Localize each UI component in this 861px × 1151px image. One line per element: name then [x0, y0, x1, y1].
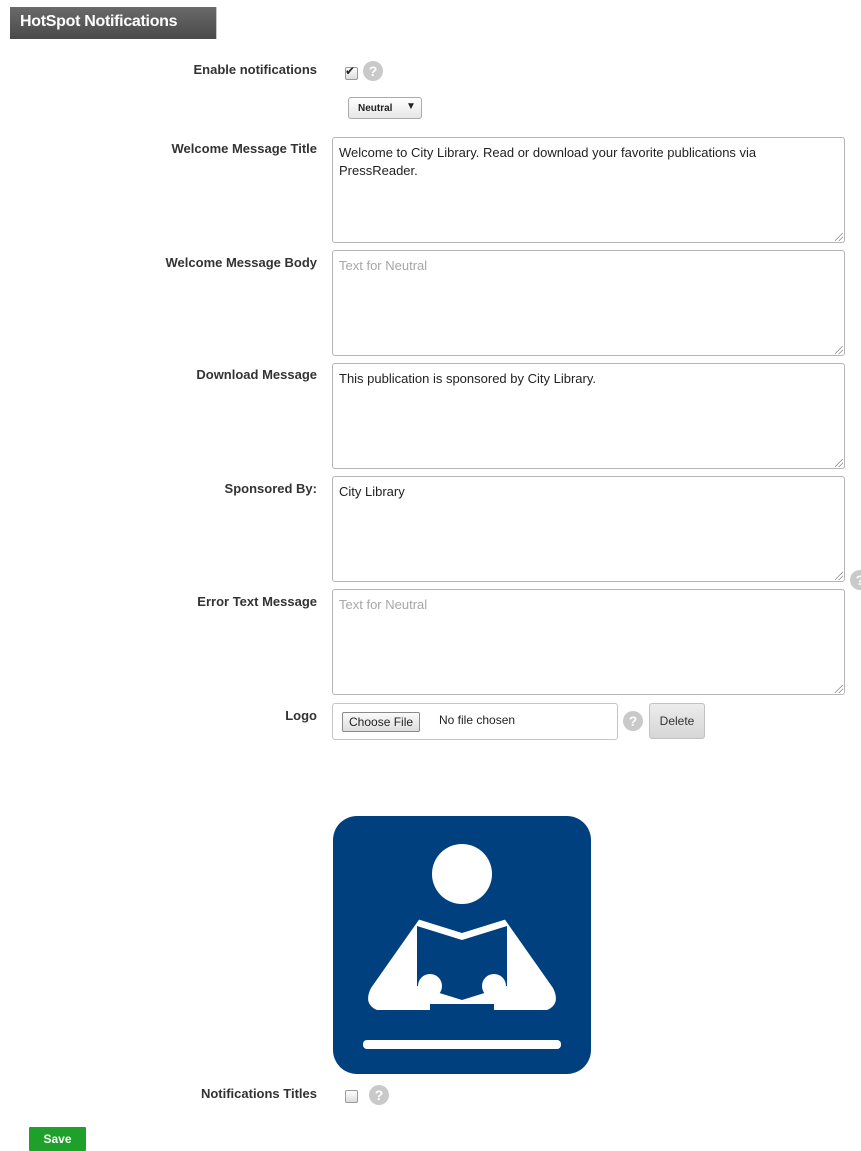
logo-table-line: [363, 1040, 561, 1049]
delete-logo-button[interactable]: Delete: [649, 703, 705, 739]
error-text-label: Error Text Message: [197, 594, 317, 609]
dropdown-arrow-icon: ▼: [406, 101, 416, 112]
file-status-text: No file chosen: [439, 713, 516, 727]
resize-grip-icon[interactable]: [835, 572, 843, 580]
welcome-body-label: Welcome Message Body: [165, 255, 317, 270]
error-text-placeholder: Text for Neutral: [339, 597, 428, 612]
help-icon[interactable]: ?: [369, 1085, 389, 1105]
sponsored-by-textarea[interactable]: City Library: [332, 476, 845, 582]
welcome-title-textarea[interactable]: Welcome to City Library. Read or downloa…: [332, 137, 845, 243]
save-button[interactable]: Save: [29, 1127, 86, 1151]
welcome-body-textarea[interactable]: Text for Neutral: [332, 250, 845, 356]
notifications-titles-checkbox[interactable]: [345, 1090, 358, 1103]
welcome-body-placeholder: Text for Neutral: [339, 258, 428, 273]
logo-gap: [430, 1004, 494, 1010]
checkmark-icon: ✔: [345, 64, 356, 78]
welcome-title-value: Welcome to City Library. Read or downloa…: [339, 145, 757, 178]
download-message-label: Download Message: [196, 367, 317, 382]
resize-grip-icon[interactable]: [835, 233, 843, 241]
notifications-titles-label: Notifications Titles: [200, 1086, 317, 1101]
resize-grip-icon[interactable]: [835, 459, 843, 467]
help-icon[interactable]: ?: [363, 61, 383, 81]
help-icon[interactable]: ?: [623, 711, 643, 731]
sponsored-by-label: Sponsored By:: [224, 481, 317, 496]
choose-file-button[interactable]: Choose File: [342, 712, 421, 732]
resize-grip-icon[interactable]: [835, 685, 843, 693]
logo-file-input[interactable]: Choose File No file chosen: [332, 703, 618, 740]
logo-head: [432, 844, 492, 904]
section-title: HotSpot Notifications: [20, 13, 178, 30]
enable-notifications-label: Enable notifications: [193, 62, 317, 77]
download-message-value: This publication is sponsored by City Li…: [339, 371, 596, 386]
logo-label: Logo: [285, 708, 317, 723]
logo-right-hand: [482, 974, 506, 998]
logo-left-hand: [418, 974, 442, 998]
language-select[interactable]: Neutral ▼: [348, 97, 422, 119]
help-icon[interactable]: ?: [850, 570, 861, 590]
language-select-value: Neutral: [358, 103, 393, 114]
library-reader-icon: [333, 816, 591, 1074]
error-text-textarea[interactable]: Text for Neutral: [332, 589, 845, 695]
download-message-textarea[interactable]: This publication is sponsored by City Li…: [332, 363, 845, 469]
section-header: HotSpot Notifications: [10, 7, 217, 39]
sponsored-by-value: City Library: [339, 484, 405, 499]
resize-grip-icon[interactable]: [835, 346, 843, 354]
welcome-title-label: Welcome Message Title: [171, 141, 317, 156]
enable-notifications-checkbox[interactable]: ✔: [345, 64, 358, 80]
